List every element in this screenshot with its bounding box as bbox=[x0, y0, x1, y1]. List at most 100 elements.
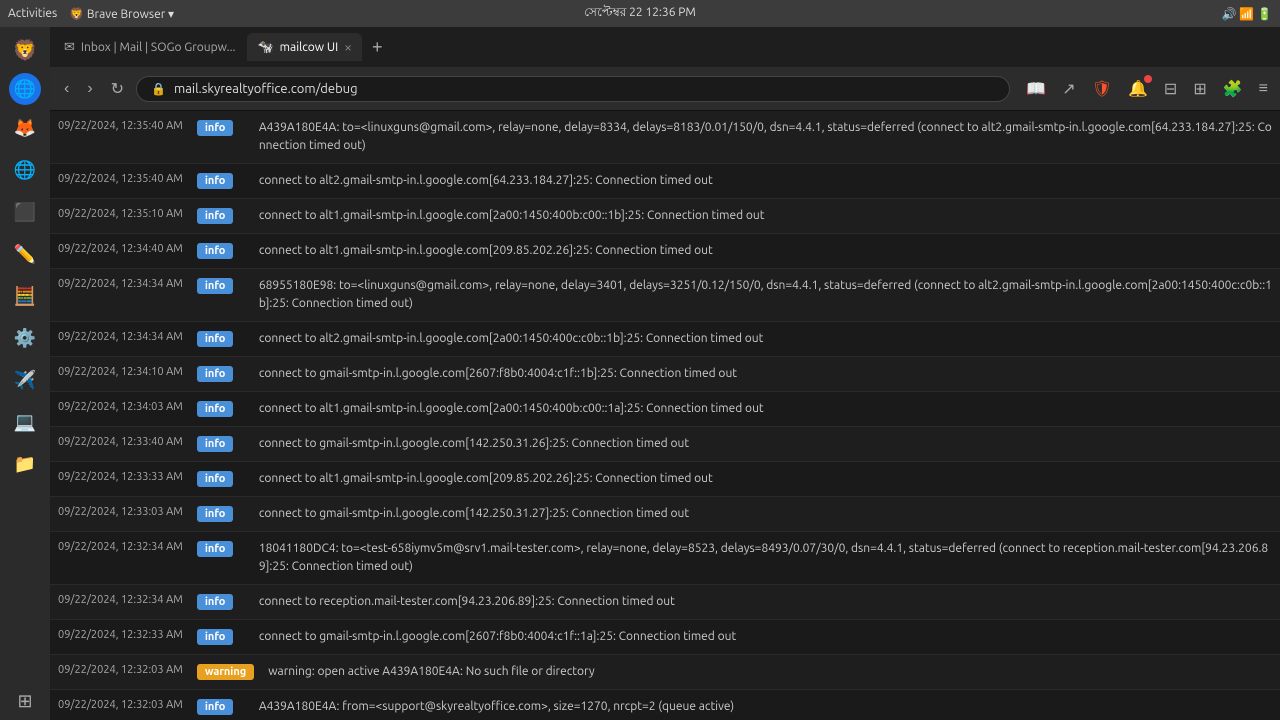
log-message: connect to alt1.gmail-smtp-in.l.google.c… bbox=[251, 396, 1280, 422]
brave-shield-button[interactable]: 🛡 bbox=[1088, 75, 1116, 103]
log-timestamp: 09/22/2024, 12:35:40 AM bbox=[50, 115, 191, 138]
log-row: 09/22/2024, 12:34:34 AM info connect to al… bbox=[50, 322, 1280, 357]
tab-bar: ✉ Inbox | Mail | SOGo Groupw... 🐄 mailco… bbox=[50, 27, 1280, 67]
log-message: warning: open active A439A180E4A: No suc… bbox=[260, 659, 1280, 685]
sidebar-item-chrome[interactable]: 🌐 bbox=[9, 73, 41, 105]
log-row: 09/22/2024, 12:32:03 AM info A439A180E4A: … bbox=[50, 690, 1280, 720]
sidebar-item-edge[interactable]: 🌐 bbox=[6, 151, 44, 189]
log-badge-container: info bbox=[191, 624, 251, 649]
log-message: connect to gmail-smtp-in.l.google.com[26… bbox=[251, 361, 1280, 387]
sidebar-item-grid[interactable]: ⊞ bbox=[6, 682, 44, 720]
lock-icon: 🔒 bbox=[151, 82, 166, 96]
forward-button[interactable]: › bbox=[81, 76, 98, 102]
log-row: 09/22/2024, 12:34:10 AMinfoconnect to gm… bbox=[50, 357, 1280, 392]
reload-button[interactable]: ↻ bbox=[105, 75, 130, 103]
log-level-badge: info bbox=[197, 541, 234, 557]
os-topbar: Activities 🦁 Brave Browser ▾ সেপ্টেম্বর … bbox=[0, 0, 1280, 27]
log-row: 09/22/2024, 12:33:40 AMinfoconnect to gm… bbox=[50, 427, 1280, 462]
log-message: 18041180DC4: to=<test-658iymv5m@srv1.mai… bbox=[251, 536, 1280, 580]
log-message: connect to alt2.gmail-smtp-in.l.google.c… bbox=[251, 326, 1280, 352]
log-row: 09/22/2024, 12:35:10 AMinfoconnect to al… bbox=[50, 199, 1280, 234]
tab-close-button[interactable]: × bbox=[344, 39, 352, 55]
log-badge-container: warning bbox=[191, 659, 260, 684]
log-badge-container: info bbox=[191, 466, 251, 491]
sidebar-item-terminal[interactable]: ⬛ bbox=[6, 193, 44, 231]
content-area[interactable]: 09/22/2024, 12:35:40 AM info A439A180E4A: … bbox=[50, 111, 1280, 720]
log-row: 09/22/2024, 12:33:03 AM info connect to gm… bbox=[50, 497, 1280, 532]
sidebar-item-telegram[interactable]: ✈️ bbox=[6, 361, 44, 399]
sidebar-item-files[interactable]: 📁 bbox=[6, 445, 44, 483]
log-badge-container: info bbox=[191, 694, 251, 719]
nav-bar: ‹ › ↻ 🔒 mail.skyrealtyoffice.com/debug 📖… bbox=[50, 67, 1280, 111]
log-level-badge: info bbox=[197, 471, 234, 487]
tab-inbox[interactable]: ✉ Inbox | Mail | SOGo Groupw... bbox=[54, 34, 245, 61]
log-level-badge: info bbox=[197, 331, 234, 347]
sidebar-item-software[interactable]: ⚙️ bbox=[6, 319, 44, 357]
log-message: connect to alt1.gmail-smtp-in.l.google.c… bbox=[251, 466, 1280, 492]
address-bar[interactable]: 🔒 mail.skyrealtyoffice.com/debug bbox=[136, 76, 1010, 102]
log-timestamp: 09/22/2024, 12:34:40 AM bbox=[50, 238, 191, 261]
log-message: connect to gmail-smtp-in.l.google.com[26… bbox=[251, 624, 1280, 650]
log-message: A439A180E4A: from=<support@skyrealtyoffi… bbox=[251, 694, 1280, 720]
log-row: 09/22/2024, 12:34:03 AMinfoconnect to al… bbox=[50, 392, 1280, 427]
clock: সেপ্টেম্বর 22 12:36 PM bbox=[584, 6, 696, 19]
sidebar-item-calc[interactable]: 🧮 bbox=[6, 277, 44, 315]
log-timestamp: 09/22/2024, 12:32:03 AM bbox=[50, 694, 191, 717]
sys-tray-icons: 🔊 📶 🔋 bbox=[1222, 7, 1272, 21]
log-timestamp: 09/22/2024, 12:34:34 AM bbox=[50, 273, 191, 296]
log-level-badge: info bbox=[197, 208, 234, 224]
reading-mode-button[interactable]: 📖 bbox=[1022, 75, 1050, 103]
log-row: 09/22/2024, 12:32:33 AM info connect to gm… bbox=[50, 620, 1280, 655]
log-badge-container: info bbox=[191, 431, 251, 456]
log-message: connect to alt2.gmail-smtp-in.l.google.c… bbox=[251, 168, 1280, 194]
log-row: 09/22/2024, 12:32:34 AMinfoconnect to re… bbox=[50, 585, 1280, 620]
log-timestamp: 09/22/2024, 12:32:34 AM bbox=[50, 536, 191, 559]
tab-mailcow-label: mailcow UI bbox=[280, 41, 338, 54]
log-badge-container: info bbox=[191, 326, 251, 351]
log-timestamp: 09/22/2024, 12:34:34 AM bbox=[50, 326, 191, 349]
log-badge-container: info bbox=[191, 501, 251, 526]
sidebar-item-text-editor[interactable]: ✏️ bbox=[6, 235, 44, 273]
notification-dot bbox=[1144, 75, 1152, 83]
extensions-button[interactable]: 🧩 bbox=[1219, 75, 1247, 103]
log-level-badge: info bbox=[197, 120, 234, 136]
sidebar: 🦁 🌐 🦊 🌐 ⬛ ✏️ 🧮 ⚙️ ✈️ 💻 📁 ⊞ bbox=[0, 27, 50, 720]
log-level-badge: info bbox=[197, 629, 234, 645]
log-timestamp: 09/22/2024, 12:32:34 AM bbox=[50, 589, 191, 612]
log-message: connect to gmail-smtp-in.l.google.com[14… bbox=[251, 431, 1280, 457]
menu-button[interactable]: ≡ bbox=[1255, 76, 1272, 102]
back-button[interactable]: ‹ bbox=[58, 76, 75, 102]
os-topbar-center: সেপ্টেম্বর 22 12:36 PM bbox=[584, 4, 696, 24]
log-row: 09/22/2024, 12:33:33 AM info connect to al… bbox=[50, 462, 1280, 497]
log-level-badge: warning bbox=[197, 664, 254, 680]
log-row: 09/22/2024, 12:34:34 AMinfo68955180E98: … bbox=[50, 269, 1280, 322]
log-badge-container: info bbox=[191, 238, 251, 263]
activities-label[interactable]: Activities bbox=[8, 7, 57, 20]
log-badge-container: info bbox=[191, 361, 251, 386]
sidebar-item-brave[interactable]: 🦁 bbox=[6, 31, 44, 69]
notification-button[interactable]: 🔔 bbox=[1124, 75, 1152, 103]
log-timestamp: 09/22/2024, 12:33:33 AM bbox=[50, 466, 191, 489]
log-level-badge: info bbox=[197, 506, 234, 522]
log-badge-container: info bbox=[191, 396, 251, 421]
log-level-badge: info bbox=[197, 699, 234, 715]
log-row: 09/22/2024, 12:32:34 AM info 18041180DC4: … bbox=[50, 532, 1280, 585]
log-level-badge: info bbox=[197, 594, 234, 610]
tab-inbox-icon: ✉ bbox=[64, 40, 75, 55]
os-topbar-left: Activities 🦁 Brave Browser ▾ bbox=[8, 7, 174, 21]
split-view-button[interactable]: ⊟ bbox=[1160, 75, 1181, 103]
log-container: 09/22/2024, 12:35:40 AM info A439A180E4A: … bbox=[50, 111, 1280, 720]
log-message: connect to gmail-smtp-in.l.google.com[14… bbox=[251, 501, 1280, 527]
log-timestamp: 09/22/2024, 12:34:03 AM bbox=[50, 396, 191, 419]
share-button[interactable]: ↗ bbox=[1058, 75, 1079, 103]
sidebar-button[interactable]: ⊞ bbox=[1189, 75, 1210, 103]
sidebar-item-vscode[interactable]: 💻 bbox=[6, 403, 44, 441]
tab-mailcow[interactable]: 🐄 mailcow UI × bbox=[247, 33, 362, 61]
browser-name-label: 🦁 Brave Browser ▾ bbox=[69, 7, 174, 21]
sidebar-item-firefox[interactable]: 🦊 bbox=[6, 109, 44, 147]
log-timestamp: 09/22/2024, 12:32:33 AM bbox=[50, 624, 191, 647]
log-badge-container: info bbox=[191, 589, 251, 614]
log-timestamp: 09/22/2024, 12:33:03 AM bbox=[50, 501, 191, 524]
log-badge-container: info bbox=[191, 273, 251, 298]
new-tab-button[interactable]: + bbox=[364, 33, 391, 62]
